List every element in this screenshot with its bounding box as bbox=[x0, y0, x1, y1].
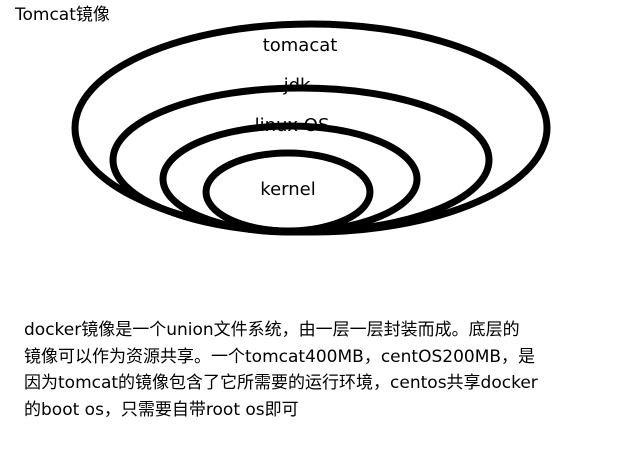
description-text: docker镜像是一个union文件系统，由一层一层封装而成。底层的 镜像可以作… bbox=[24, 317, 624, 423]
layer-label-linux-os: linux OS bbox=[255, 115, 330, 136]
description-line: 因为tomcat的镜像包含了它所需要的运行环境，centos共享docker bbox=[24, 373, 538, 393]
description-line: 镜像可以作为资源共享。一个tomcat400MB，centOS200MB，是 bbox=[24, 346, 536, 367]
description-line: 的boot os，只需要自带root os即可 bbox=[24, 399, 299, 420]
layer-label-jdk: jdk bbox=[283, 75, 311, 96]
page: Tomcat镜像 tomacat jdk linux OS kernel doc… bbox=[0, 0, 632, 450]
layer-diagram: tomacat jdk linux OS kernel bbox=[71, 20, 551, 236]
layer-label-tomacat: tomacat bbox=[263, 35, 338, 56]
layer-label-kernel: kernel bbox=[260, 179, 315, 200]
description-line: docker镜像是一个union文件系统，由一层一层封装而成。底层的 bbox=[24, 320, 520, 340]
